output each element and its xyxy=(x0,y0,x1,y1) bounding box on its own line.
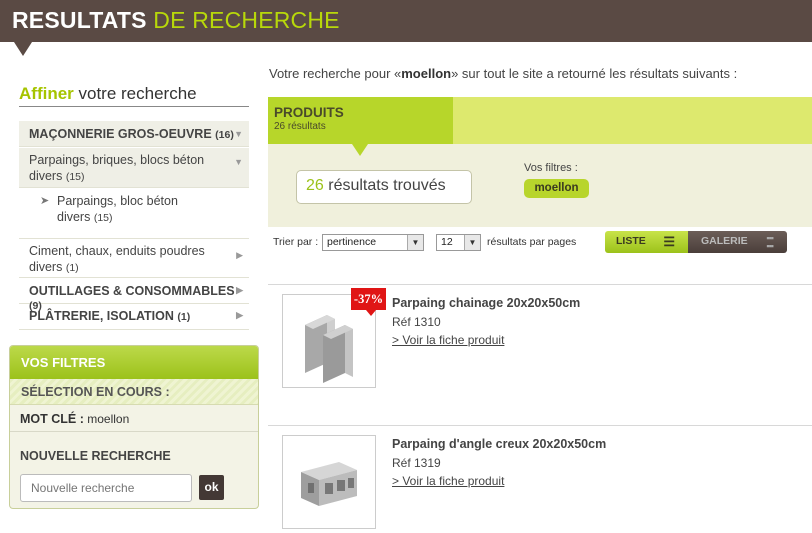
chevron-right-icon: ▶ xyxy=(236,310,243,320)
product-image[interactable] xyxy=(282,435,376,529)
product-name[interactable]: Parpaing chainage 20x20x50cm xyxy=(392,296,580,310)
divider xyxy=(268,425,812,426)
subcategory-parpaings-bloc[interactable]: ➤ Parpaings, bloc béton divers (15) xyxy=(19,189,249,229)
filters-label: Vos filtres : xyxy=(524,162,578,174)
category-count: (15) xyxy=(65,171,85,183)
divider xyxy=(268,284,812,285)
grid-icon: ▪▪▪ ▪▪▪ xyxy=(766,233,774,251)
sort-label: Trier par : xyxy=(273,236,319,248)
category-label: PLÂTRERIE, ISOLATION xyxy=(29,309,174,323)
sort-select[interactable]: pertinence ▼ xyxy=(322,234,424,251)
header-notch xyxy=(14,42,32,56)
keyword-value: moellon xyxy=(83,412,130,426)
category-label: Parpaings, bloc béton divers xyxy=(57,194,178,224)
chevron-right-icon: ▶ xyxy=(236,285,243,295)
category-label: OUTILLAGES & CONSOMMABLES xyxy=(29,284,235,298)
product-link[interactable]: > Voir la fiche produit xyxy=(392,333,504,347)
arrow-right-icon: ➤ xyxy=(40,195,50,207)
tab-products[interactable]: PRODUITS 26 résultats xyxy=(268,97,453,144)
per-page-label: résultats par pages xyxy=(487,236,577,248)
category-maconnerie[interactable]: MAÇONNERIE GROS-OEUVRE (16) ▼ xyxy=(19,121,249,147)
chevron-down-icon: ▼ xyxy=(407,235,423,250)
product-ref: Réf 1319 xyxy=(392,456,441,470)
chevron-right-icon: ▶ xyxy=(236,250,243,260)
category-outillages[interactable]: OUTILLAGES & CONSOMMABLES (9) ▶ xyxy=(19,279,249,312)
chevron-down-icon: ▼ xyxy=(234,157,243,167)
per-page-select[interactable]: 12 ▼ xyxy=(436,234,481,251)
category-count: (1) xyxy=(177,311,191,323)
filters-title: VOS FILTRES xyxy=(10,346,258,379)
category-count: (1) xyxy=(65,262,79,274)
category-platrerie[interactable]: PLÂTRERIE, ISOLATION (1) ▶ xyxy=(19,305,249,330)
product-name[interactable]: Parpaing d'angle creux 20x20x50cm xyxy=(392,437,606,451)
filter-chip[interactable]: moellon xyxy=(524,179,589,198)
category-label: Parpaings, briques, blocs béton divers xyxy=(29,153,205,183)
keyword-label: MOT CLÉ : xyxy=(20,412,84,426)
category-label: MAÇONNERIE GROS-OEUVRE xyxy=(29,127,212,141)
category-label: Ciment, chaux, enduits poudres divers xyxy=(29,244,205,274)
new-search-input[interactable] xyxy=(20,474,192,502)
filters-panel: VOS FILTRES SÉLECTION EN COURS : MOT CLÉ… xyxy=(9,345,259,509)
search-intro: Votre recherche pour «moellon» sur tout … xyxy=(269,66,738,81)
list-view-button[interactable]: LISTE ☰ xyxy=(605,231,688,253)
page-header: RESULTATS DE RECHERCHE xyxy=(0,0,812,42)
tab-notch xyxy=(352,144,368,156)
list-icon: ☰ xyxy=(663,234,675,249)
current-selection-label: SÉLECTION EN COURS : xyxy=(10,379,258,405)
new-search-title: NOUVELLE RECHERCHE xyxy=(20,449,171,463)
discount-badge-tail xyxy=(366,310,376,316)
ok-button[interactable]: ok xyxy=(199,475,224,500)
product-link[interactable]: > Voir la fiche produit xyxy=(392,474,504,488)
gallery-view-button[interactable]: GALERIE ▪▪▪ ▪▪▪ xyxy=(688,231,787,253)
page-title: RESULTATS DE RECHERCHE xyxy=(12,7,340,33)
search-term: moellon xyxy=(401,66,452,81)
tab-title: PRODUITS xyxy=(274,105,344,120)
refine-title: Affiner votre recherche xyxy=(19,84,249,107)
results-count-box: 26 résultats trouvés xyxy=(296,170,472,204)
category-count: (15) xyxy=(93,212,113,224)
category-ciment[interactable]: Ciment, chaux, enduits poudres divers (1… xyxy=(19,238,249,278)
category-parpaings[interactable]: Parpaings, briques, blocs béton divers (… xyxy=(19,148,249,188)
product-ref: Réf 1310 xyxy=(392,315,441,329)
results-count: 26 xyxy=(306,177,324,194)
parpaing-angle-image xyxy=(301,462,357,506)
tab-subtitle: 26 résultats xyxy=(274,121,326,132)
chevron-down-icon: ▼ xyxy=(464,235,480,250)
discount-badge: -37% xyxy=(351,288,386,310)
category-count: (16) xyxy=(215,129,234,141)
chevron-down-icon: ▼ xyxy=(234,129,243,139)
keyword-row: MOT CLÉ : moellon xyxy=(10,405,258,432)
